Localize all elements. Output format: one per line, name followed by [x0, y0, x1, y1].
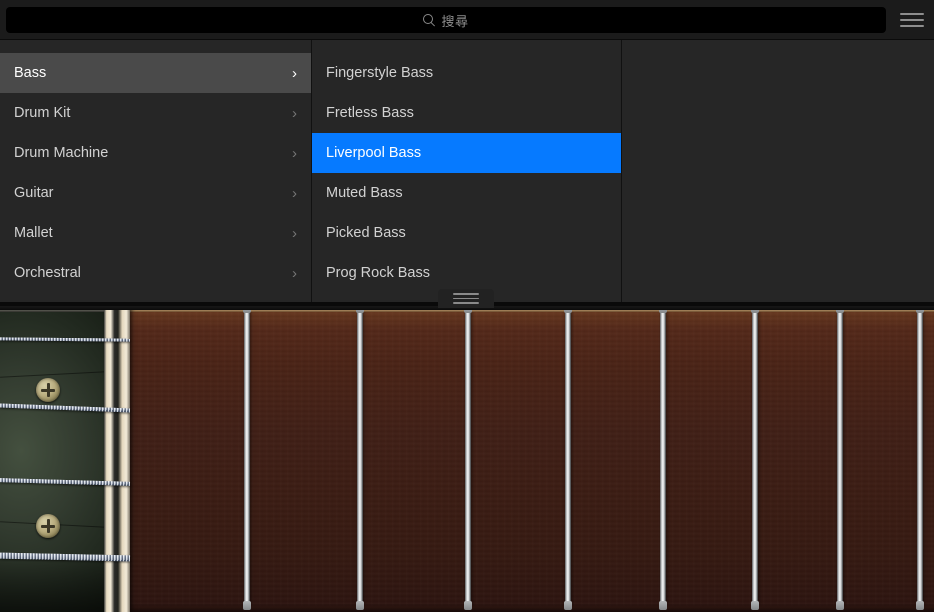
list-item-label: Liverpool Bass — [326, 145, 607, 161]
sidebar-item-bass[interactable]: Bass › — [0, 53, 311, 93]
fret-wire — [244, 302, 250, 612]
pickguard-screw — [36, 514, 60, 538]
list-item-label: Fingerstyle Bass — [326, 65, 607, 81]
fret-end-cap — [916, 601, 924, 610]
pickguard-screw — [36, 378, 60, 402]
fret-end-cap — [356, 601, 364, 610]
handle-line — [453, 298, 479, 300]
hamburger-line — [900, 13, 924, 15]
hamburger-menu-icon[interactable] — [900, 13, 924, 28]
list-item-fretless-bass[interactable]: Fretless Bass — [312, 93, 621, 133]
instrument-browser: Bass › Drum Kit › Drum Machine › Guitar … — [0, 40, 934, 302]
list-item-liverpool-bass[interactable]: Liverpool Bass — [312, 133, 621, 173]
list-item-fingerstyle-bass[interactable]: Fingerstyle Bass — [312, 53, 621, 93]
chevron-right-icon: › — [292, 226, 297, 241]
chevron-right-icon: › — [292, 186, 297, 201]
fret-wire — [660, 302, 666, 612]
sidebar-item-orchestral[interactable]: Orchestral › — [0, 253, 311, 293]
hamburger-line — [900, 19, 924, 21]
list-item-label: Muted Bass — [326, 185, 607, 201]
fret-wire — [465, 302, 471, 612]
search-placeholder: 搜尋 — [441, 11, 468, 30]
list-item-prog-rock-bass[interactable]: Prog Rock Bass — [312, 253, 621, 293]
fret-end-cap — [464, 601, 472, 610]
sidebar-item-label: Mallet — [14, 225, 286, 241]
top-toolbar: 搜尋 — [0, 0, 934, 40]
sidebar-item-label: Orchestral — [14, 265, 286, 281]
fret-end-cap — [836, 601, 844, 610]
fret-wire — [357, 302, 363, 612]
fret-end-cap — [243, 601, 251, 610]
category-column[interactable]: Bass › Drum Kit › Drum Machine › Guitar … — [0, 40, 312, 302]
column-top-spacer — [0, 40, 311, 53]
fret-wire — [837, 302, 843, 612]
app-window: 搜尋 Bass › Drum Kit › Drum Machine › — [0, 0, 934, 612]
column-top-spacer — [312, 40, 621, 53]
list-item-muted-bass[interactable]: Muted Bass — [312, 173, 621, 213]
patch-column[interactable]: Fingerstyle Bass Fretless Bass Liverpool… — [312, 40, 622, 302]
fret-wire — [565, 302, 571, 612]
search-icon — [423, 14, 435, 26]
list-item-picked-bass[interactable]: Picked Bass — [312, 213, 621, 253]
sidebar-item-label: Guitar — [14, 185, 286, 201]
fret-end-cap — [564, 601, 572, 610]
fret-end-cap — [659, 601, 667, 610]
list-item-label: Picked Bass — [326, 225, 607, 241]
sidebar-item-label: Bass — [14, 65, 286, 81]
sidebar-item-guitar[interactable]: Guitar › — [0, 173, 311, 213]
sidebar-item-label: Drum Kit — [14, 105, 286, 121]
browser-resize-handle[interactable] — [438, 289, 494, 308]
sidebar-item-drum-kit[interactable]: Drum Kit › — [0, 93, 311, 133]
list-item-label: Prog Rock Bass — [326, 265, 607, 281]
chevron-right-icon: › — [292, 66, 297, 81]
sidebar-item-label: Drum Machine — [14, 145, 286, 161]
sidebar-item-mallet[interactable]: Mallet › — [0, 213, 311, 253]
chevron-right-icon: › — [292, 106, 297, 121]
list-item-label: Fretless Bass — [326, 105, 607, 121]
detail-column[interactable] — [622, 40, 934, 302]
fret-wire — [917, 302, 923, 612]
chevron-right-icon: › — [292, 146, 297, 161]
bass-fretboard[interactable] — [0, 302, 934, 612]
fret-end-cap — [751, 601, 759, 610]
nut — [104, 302, 130, 612]
bass-body — [0, 302, 106, 612]
handle-line — [453, 302, 479, 304]
hamburger-line — [900, 25, 924, 27]
search-input[interactable]: 搜尋 — [6, 7, 886, 33]
chevron-right-icon: › — [292, 266, 297, 281]
fret-wire — [752, 302, 758, 612]
sidebar-item-drum-machine[interactable]: Drum Machine › — [0, 133, 311, 173]
handle-line — [453, 293, 479, 295]
